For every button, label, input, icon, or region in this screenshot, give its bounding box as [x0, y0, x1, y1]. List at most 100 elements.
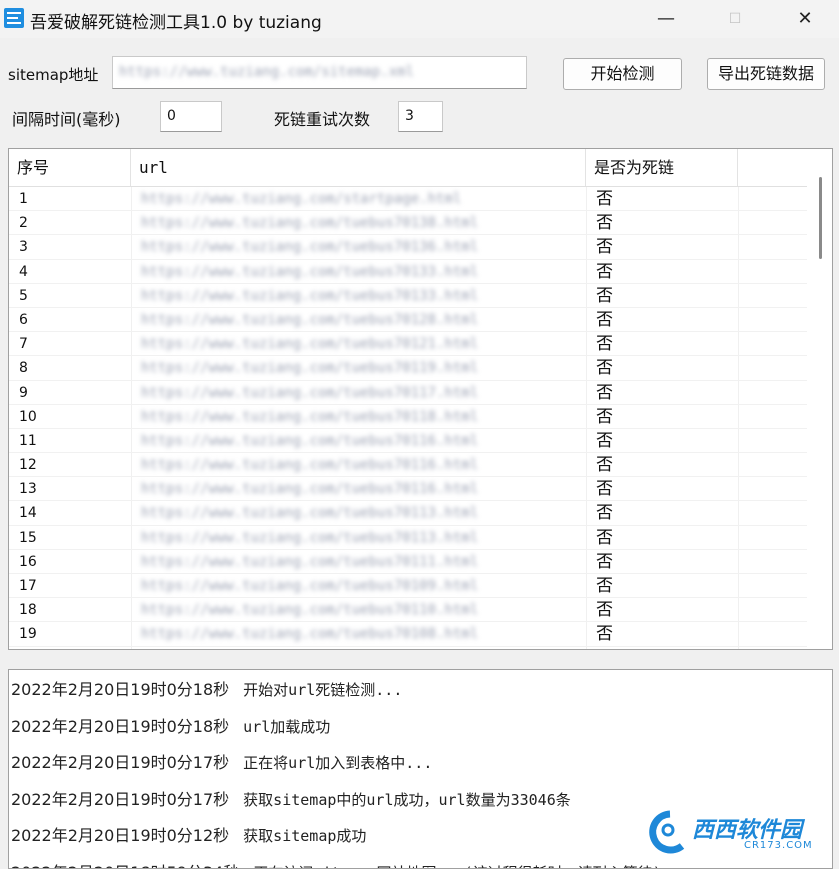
- row-url: https://www.tuziang.com/tuebus70133.html: [131, 284, 586, 308]
- row-url: https://www.tuziang.com/tuebus70116.html: [131, 477, 586, 501]
- row-index: 17: [9, 574, 131, 598]
- log-line: 2022年2月20日19时0分18秒url加载成功: [11, 713, 330, 737]
- row-dead-status: 否: [586, 356, 738, 380]
- table-row[interactable]: 3https://www.tuziang.com/tuebus70136.htm…: [9, 235, 807, 259]
- start-check-button[interactable]: 开始检测: [563, 58, 682, 90]
- close-button[interactable]: ✕: [782, 0, 828, 38]
- table-row[interactable]: 17https://www.tuziang.com/tuebus70109.ht…: [9, 574, 807, 598]
- scrollbar-thumb[interactable]: [819, 177, 822, 259]
- title-bar: 吾爱破解死链检测工具1.0 by tuziang — ☐ ✕: [0, 0, 839, 38]
- row-index: 11: [9, 429, 131, 453]
- row-url: https://www.tuziang.com/tuebus70116.html: [131, 429, 586, 453]
- row-url: https://www.tuziang.com/tuebus70136.html: [131, 235, 586, 259]
- row-url: https://www.tuziang.com/tuebus70128.html: [131, 308, 586, 332]
- column-header-dead[interactable]: 是否为死链: [586, 149, 738, 186]
- retry-label: 死链重试次数: [274, 106, 370, 130]
- row-index: 14: [9, 501, 131, 525]
- minimize-button[interactable]: —: [643, 0, 689, 38]
- table-row[interactable]: 8https://www.tuziang.com/tuebus70119.htm…: [9, 356, 807, 380]
- row-index: 3: [9, 235, 131, 259]
- row-url: https://www.tuziang.com/tuebus70116.html: [131, 453, 586, 477]
- row-url: https://www.tuziang.com/tuebus70109.html: [131, 574, 586, 598]
- row-dead-status: 否: [586, 429, 738, 453]
- row-url: https://www.tuziang.com/tuebus70117.html: [131, 381, 586, 405]
- row-index: 10: [9, 405, 131, 429]
- row-url: https://www.tuziang.com/tuebus70133.html: [131, 260, 586, 284]
- row-url: https://www.tuziang.com/tuebus70119.html: [131, 356, 586, 380]
- sitemap-input[interactable]: https://www.tuziang.com/sitemap.xml: [112, 56, 527, 89]
- table-header: 序号 url 是否为死链: [9, 149, 807, 187]
- row-dead-status: 否: [586, 381, 738, 405]
- table-row[interactable]: 4https://www.tuziang.com/tuebus70133.htm…: [9, 260, 807, 284]
- row-index: 9: [9, 381, 131, 405]
- watermark-subtext: CR173.COM: [744, 840, 813, 851]
- row-index: 16: [9, 550, 131, 574]
- table-row[interactable]: 15https://www.tuziang.com/tuebus70113.ht…: [9, 526, 807, 550]
- row-url: https://www.tuziang.com/tuebus70118.html: [131, 405, 586, 429]
- table-row[interactable]: 11https://www.tuziang.com/tuebus70116.ht…: [9, 429, 807, 453]
- table-row[interactable]: 7https://www.tuziang.com/tuebus70121.htm…: [9, 332, 807, 356]
- interval-label: 间隔时间(毫秒): [12, 106, 121, 130]
- column-header-url[interactable]: url: [131, 149, 586, 186]
- log-message: 开始对url死链检测...: [243, 681, 402, 699]
- row-url: https://www.tuziang.com/startpage.html: [131, 187, 586, 211]
- row-dead-status: 否: [586, 211, 738, 235]
- row-url: https://www.tuziang.com/tuebus70138.html: [131, 211, 586, 235]
- row-url: https://www.tuziang.com/tuebus70113.html: [131, 501, 586, 525]
- column-header-index[interactable]: 序号: [9, 149, 131, 186]
- table-row[interactable]: 19https://www.tuziang.com/tuebus70108.ht…: [9, 622, 807, 646]
- row-dead-status: 否: [586, 574, 738, 598]
- row-index: 13: [9, 477, 131, 501]
- row-dead-status: 否: [586, 598, 738, 622]
- row-index: 19: [9, 622, 131, 646]
- window-title: 吾爱破解死链检测工具1.0 by tuziang: [30, 8, 322, 33]
- row-index: 12: [9, 453, 131, 477]
- row-index: 6: [9, 308, 131, 332]
- row-index: 15: [9, 526, 131, 550]
- table-row[interactable]: 5https://www.tuziang.com/tuebus70133.htm…: [9, 284, 807, 308]
- log-time: 2022年2月20日18时59分34秒: [11, 863, 239, 869]
- log-line: 2022年2月20日19时0分17秒获取sitemap中的url成功，url数量…: [11, 786, 571, 810]
- maximize-button[interactable]: ☐: [712, 0, 758, 38]
- sitemap-input-value: https://www.tuziang.com/sitemap.xml: [119, 64, 414, 80]
- log-message: 获取sitemap中的url成功，url数量为33046条: [243, 791, 571, 809]
- table-row[interactable]: 16https://www.tuziang.com/tuebus70111.ht…: [9, 550, 807, 574]
- row-index: 4: [9, 260, 131, 284]
- log-line: 2022年2月20日19时0分12秒获取sitemap成功: [11, 822, 366, 846]
- log-time: 2022年2月20日19时0分18秒: [11, 717, 229, 736]
- export-dead-links-button[interactable]: 导出死链数据: [707, 58, 825, 90]
- row-index: 1: [9, 187, 131, 211]
- row-dead-status: 否: [586, 235, 738, 259]
- row-dead-status: 否: [586, 308, 738, 332]
- row-url: https://www.tuziang.com/tuebus70121.html: [131, 332, 586, 356]
- log-time: 2022年2月20日19时0分17秒: [11, 753, 229, 772]
- log-line: 2022年2月20日19时0分18秒开始对url死链检测...: [11, 676, 402, 700]
- table-row[interactable]: 6https://www.tuziang.com/tuebus70128.htm…: [9, 308, 807, 332]
- table-row[interactable]: 12https://www.tuziang.com/tuebus70116.ht…: [9, 453, 807, 477]
- table-row[interactable]: 10https://www.tuziang.com/tuebus70118.ht…: [9, 405, 807, 429]
- table-row[interactable]: 2https://www.tuziang.com/tuebus70138.htm…: [9, 211, 807, 235]
- url-table[interactable]: 序号 url 是否为死链 1https://www.tuziang.com/st…: [8, 148, 833, 650]
- row-dead-status: 否: [586, 550, 738, 574]
- log-message: 正在将url加入到表格中...: [243, 754, 432, 772]
- row-index: 18: [9, 598, 131, 622]
- interval-input[interactable]: 0: [160, 101, 222, 132]
- retry-input[interactable]: 3: [398, 101, 443, 132]
- row-index: 8: [9, 356, 131, 380]
- table-row[interactable]: 1https://www.tuziang.com/startpage.html否: [9, 187, 807, 211]
- log-time: 2022年2月20日19时0分17秒: [11, 790, 229, 809]
- row-dead-status: 否: [586, 453, 738, 477]
- table-row[interactable]: 18https://www.tuziang.com/tuebus70110.ht…: [9, 598, 807, 622]
- row-dead-status: 否: [586, 260, 738, 284]
- row-dead-status: 否: [586, 332, 738, 356]
- table-row[interactable]: 13https://www.tuziang.com/tuebus70116.ht…: [9, 477, 807, 501]
- table-row[interactable]: 14https://www.tuziang.com/tuebus70113.ht…: [9, 501, 807, 525]
- vertical-scrollbar[interactable]: [807, 149, 832, 649]
- row-dead-status: 否: [586, 622, 738, 646]
- log-message: 获取sitemap成功: [243, 827, 366, 845]
- row-url: https://www.tuziang.com/tuebus70110.html: [131, 598, 586, 622]
- row-index: 5: [9, 284, 131, 308]
- table-row[interactable]: 9https://www.tuziang.com/tuebus70117.htm…: [9, 381, 807, 405]
- table-body: 1https://www.tuziang.com/startpage.html否…: [9, 187, 807, 647]
- watermark-logo: 西西软件园 CR173.COM: [640, 806, 822, 856]
